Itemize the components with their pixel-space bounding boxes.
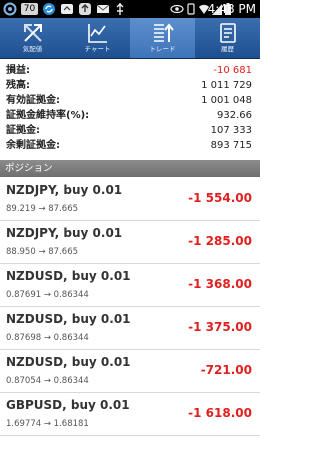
position-profit: -1 554.00 bbox=[188, 191, 252, 205]
account-label: 損益: bbox=[6, 65, 30, 76]
tab-history-label: 履歴 bbox=[221, 45, 234, 53]
position-prices: 0.87691 → 0.86344 bbox=[6, 290, 89, 300]
mail-icon bbox=[96, 2, 110, 16]
quotes-icon bbox=[21, 21, 45, 45]
position-row[interactable]: GBPUSD, buy 0.01 1.69774 → 1.68181 -1 61… bbox=[0, 393, 260, 436]
position-profit: -721.00 bbox=[200, 363, 252, 377]
positions-header: ポジション bbox=[0, 160, 260, 177]
tab-trade[interactable]: トレード bbox=[130, 18, 195, 58]
position-row[interactable]: NZDUSD, buy 0.01 0.87691 → 0.86344 -1 36… bbox=[0, 264, 260, 307]
position-title: NZDJPY, buy 0.01 bbox=[6, 183, 123, 197]
position-row[interactable]: NZDJPY, buy 0.01 89.219 → 87.665 -1 554.… bbox=[0, 178, 260, 221]
trade-icon bbox=[151, 21, 175, 45]
tab-quotes-label: 気配値 bbox=[22, 45, 43, 53]
position-row[interactable]: NZDUSD, buy 0.01 0.87054 → 0.86344 -721.… bbox=[0, 350, 260, 393]
account-value: 893 715 bbox=[210, 140, 252, 151]
account-value: 932.66 bbox=[217, 110, 252, 121]
position-title: NZDUSD, buy 0.01 bbox=[6, 312, 131, 326]
account-value: -10 681 bbox=[213, 65, 252, 76]
position-prices: 0.87054 → 0.86344 bbox=[6, 376, 89, 386]
tab-trade-label: トレード bbox=[149, 45, 176, 53]
sync-icon bbox=[42, 2, 56, 16]
messaging-icon bbox=[60, 2, 74, 16]
position-row[interactable]: NZDJPY, buy 0.01 88.950 → 87.665 -1 285.… bbox=[0, 221, 260, 264]
account-row-margin-level: 証拠金維持率(%): 932.66 bbox=[4, 109, 254, 122]
position-prices: 1.69774 → 1.68181 bbox=[6, 419, 89, 429]
account-value: 1 011 729 bbox=[201, 80, 252, 91]
tab-chart[interactable]: チャート bbox=[65, 18, 130, 58]
position-row[interactable]: NZDUSD, buy 0.01 0.87698 → 0.86344 -1 37… bbox=[0, 307, 260, 350]
tab-history[interactable]: 履歴 bbox=[195, 18, 260, 58]
account-row-profit: 損益: -10 681 bbox=[4, 64, 254, 77]
account-row-balance: 残高: 1 011 729 bbox=[4, 79, 254, 92]
account-label: 有効証拠金: bbox=[6, 95, 60, 106]
usb-icon bbox=[114, 2, 126, 16]
account-label: 残高: bbox=[6, 80, 30, 91]
account-label: 証拠金維持率(%): bbox=[6, 110, 90, 121]
account-row-equity: 有効証拠金: 1 001 048 bbox=[4, 94, 254, 107]
tab-chart-label: チャート bbox=[84, 45, 111, 53]
upload-icon bbox=[78, 2, 92, 16]
vibrate-icon bbox=[186, 2, 196, 16]
position-profit: -1 285.00 bbox=[188, 234, 252, 248]
account-row-free-margin: 余剰証拠金: 893 715 bbox=[4, 139, 254, 152]
app-notification-icon bbox=[3, 2, 17, 16]
account-value: 1 001 048 bbox=[201, 95, 252, 106]
position-prices: 88.950 → 87.665 bbox=[6, 247, 79, 257]
position-title: NZDUSD, buy 0.01 bbox=[6, 269, 131, 283]
notification-count-badge: 70 bbox=[21, 3, 38, 15]
position-profit: -1 375.00 bbox=[188, 320, 252, 334]
position-title: GBPUSD, buy 0.01 bbox=[6, 398, 130, 412]
tab-bar: 気配値 チャート トレード 履歴 bbox=[0, 18, 260, 59]
chart-icon bbox=[86, 21, 110, 45]
account-summary: 損益: -10 681 残高: 1 011 729 有効証拠金: 1 001 0… bbox=[0, 59, 260, 158]
account-value: 107 333 bbox=[210, 125, 252, 136]
position-title: NZDUSD, buy 0.01 bbox=[6, 355, 131, 369]
position-prices: 89.219 → 87.665 bbox=[6, 204, 79, 214]
status-bar: 70 4:48 PM bbox=[0, 0, 260, 18]
position-title: NZDJPY, buy 0.01 bbox=[6, 226, 123, 240]
position-prices: 0.87698 → 0.86344 bbox=[6, 333, 89, 343]
history-icon bbox=[216, 21, 240, 45]
account-label: 証拠金: bbox=[6, 125, 40, 136]
tab-quotes[interactable]: 気配値 bbox=[0, 18, 65, 58]
account-row-margin: 証拠金: 107 333 bbox=[4, 124, 254, 137]
status-time: 4:48 PM bbox=[207, 2, 256, 16]
account-label: 余剰証拠金: bbox=[6, 140, 60, 151]
position-profit: -1 368.00 bbox=[188, 277, 252, 291]
position-profit: -1 618.00 bbox=[188, 406, 252, 420]
eye-icon bbox=[170, 2, 184, 16]
